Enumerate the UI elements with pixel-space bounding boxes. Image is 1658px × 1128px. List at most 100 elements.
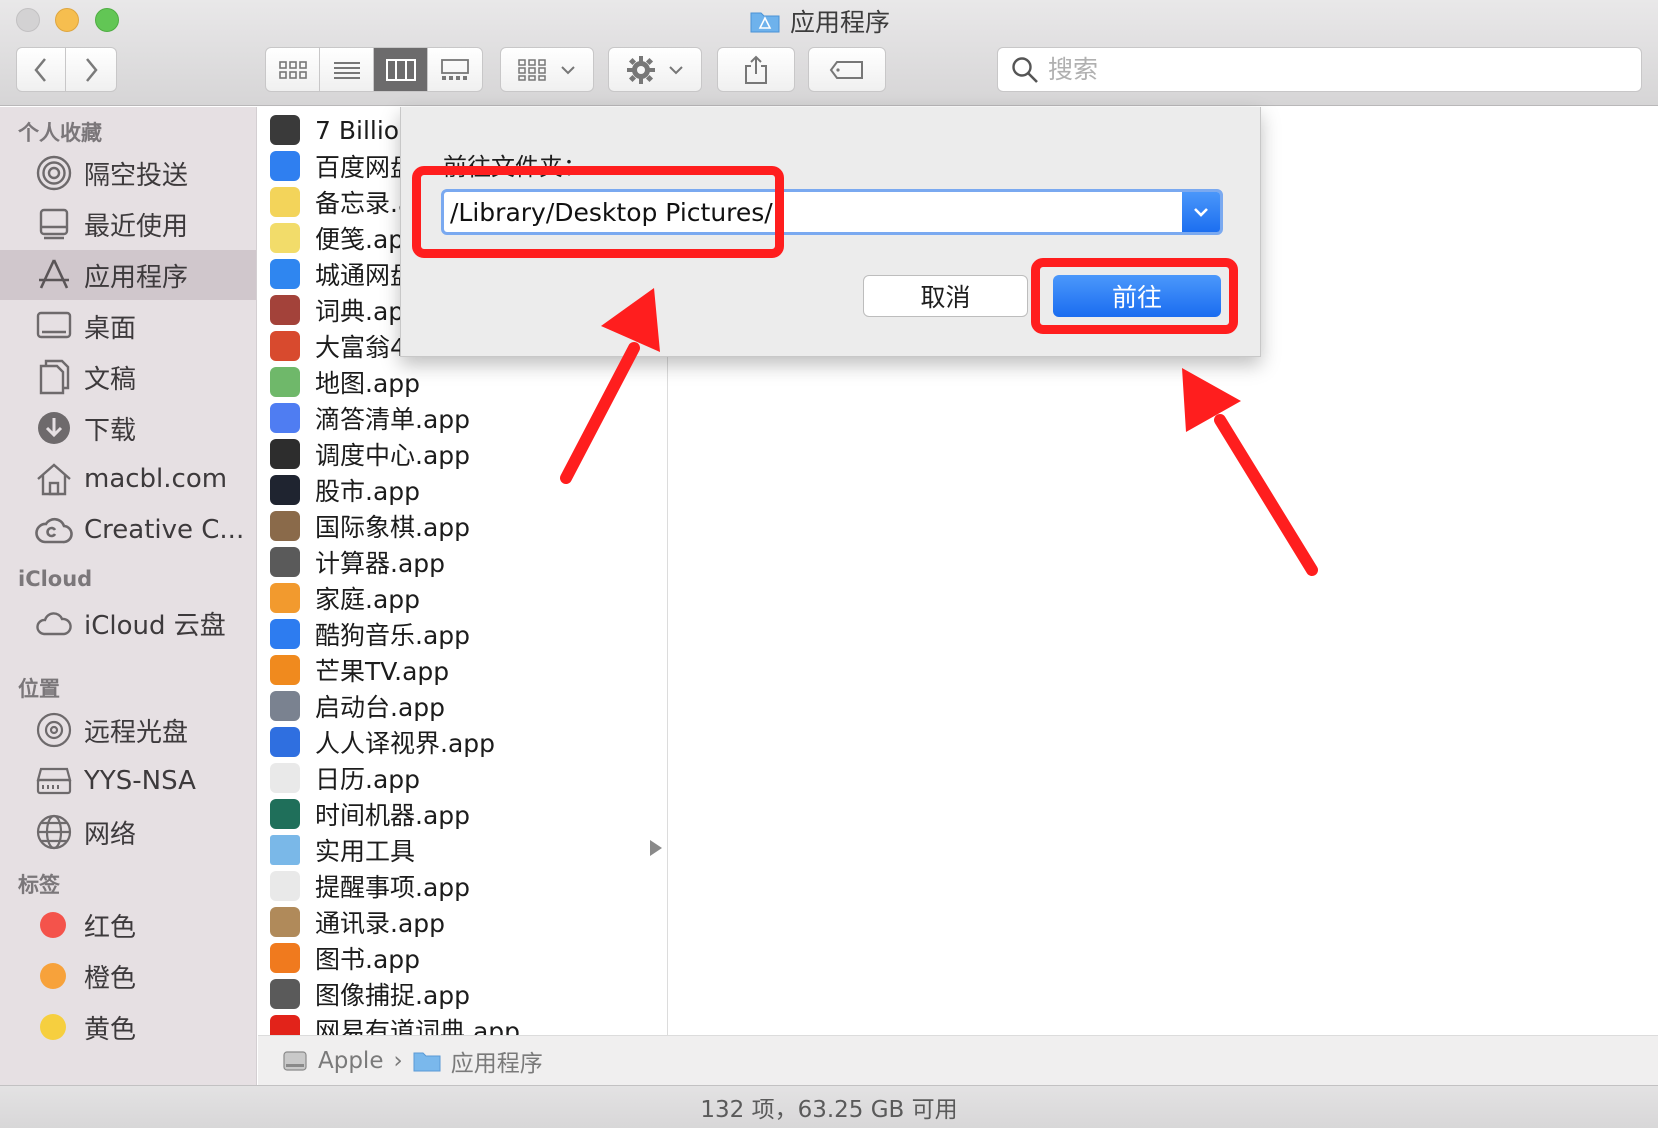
disclosure-arrow-icon[interactable] (650, 840, 662, 856)
sidebar-item-airdrop[interactable]: 隔空投送 (0, 148, 256, 198)
close-window-button[interactable] (16, 8, 40, 32)
zoom-window-button[interactable] (95, 8, 119, 32)
sidebar-item-desktop[interactable]: 桌面 (0, 301, 256, 351)
minimize-window-button[interactable] (55, 8, 79, 32)
search-icon (1012, 56, 1038, 83)
app-row[interactable]: 国际象棋.app (258, 508, 667, 544)
folder-row[interactable]: 实用工具 (258, 832, 667, 868)
file-name: 图像捕捉.app (315, 981, 471, 1010)
app-row[interactable]: 日历.app (258, 760, 667, 796)
sidebar-item-label: 橙色 (84, 963, 137, 994)
gallery-view-button[interactable] (428, 48, 482, 91)
file-name: 启动台.app (315, 693, 446, 722)
window-title-text: 应用程序 (790, 8, 891, 37)
sidebar-item-label: macbl.com (84, 464, 228, 494)
icon-view-button[interactable] (266, 48, 320, 91)
file-name: 滴答清单.app (315, 405, 471, 434)
app-icon (270, 259, 300, 289)
annotation-highlight-path (412, 166, 784, 258)
locations-header: 位置 (18, 677, 60, 701)
sidebar-item-nas[interactable]: YYS-NSA (0, 756, 256, 806)
app-row[interactable]: 启动台.app (258, 688, 667, 724)
path-bar: Apple › 应用程序 (258, 1035, 1658, 1085)
app-row[interactable]: 地图.app (258, 364, 667, 400)
app-icon (270, 1015, 300, 1035)
cancel-button[interactable]: 取消 (863, 275, 1028, 317)
status-bar: 132 项，63.25 GB 可用 (0, 1085, 1658, 1128)
sidebar-item-label: 下载 (84, 415, 137, 446)
sidebar-item-downloads[interactable]: 下载 (0, 403, 256, 453)
edit-tags-button[interactable] (808, 47, 886, 92)
file-name: 日历.app (315, 765, 421, 794)
app-row[interactable]: 人人译视界.app (258, 724, 667, 760)
app-row[interactable]: 调度中心.app (258, 436, 667, 472)
app-icon (270, 511, 300, 541)
sidebar-item-tag-yellow[interactable]: 黄色 (0, 1002, 256, 1052)
favorites-header: 个人收藏 (18, 121, 102, 145)
gear-icon (627, 55, 655, 84)
path-segment-applications[interactable]: 应用程序 (451, 1044, 543, 1078)
share-button[interactable] (717, 47, 795, 92)
file-name: 人人译视界.app (315, 729, 496, 758)
path-separator-icon: › (393, 1047, 403, 1074)
search-field[interactable] (997, 47, 1642, 92)
annotation-arrow-go (1182, 368, 1318, 576)
path-segment-apple[interactable]: Apple (318, 1048, 383, 1074)
path-history-dropdown-button[interactable] (1182, 192, 1220, 232)
app-icon (270, 763, 300, 793)
sidebar-item-tag-orange[interactable]: 橙色 (0, 951, 256, 1001)
app-row[interactable]: 网易有道词典.app (258, 1012, 667, 1035)
app-row[interactable]: 图像捕捉.app (258, 976, 667, 1012)
app-icon (270, 979, 300, 1009)
app-icon (270, 439, 300, 469)
back-button[interactable] (16, 47, 66, 92)
view-mode-control (265, 47, 483, 92)
app-row[interactable]: 芒果TV.app (258, 652, 667, 688)
drive-icon (34, 761, 74, 801)
app-row[interactable]: 图书.app (258, 940, 667, 976)
list-view-button[interactable] (320, 48, 374, 91)
file-name: 酷狗音乐.app (315, 621, 471, 650)
column-view-button[interactable] (374, 48, 428, 91)
app-icon (270, 331, 300, 361)
sidebar-item-documents[interactable]: 文稿 (0, 352, 256, 402)
app-row[interactable]: 通讯录.app (258, 904, 667, 940)
app-icon (270, 187, 300, 217)
sidebar-item-remote-disc[interactable]: 远程光盘 (0, 705, 256, 755)
downloads-icon (34, 408, 74, 448)
sidebar-item-home[interactable]: macbl.com (0, 454, 256, 504)
sidebar-item-label: 隔空投送 (84, 160, 189, 191)
search-input[interactable] (1048, 55, 1608, 84)
sidebar-item-creative-cloud[interactable]: Creative C... (0, 505, 256, 555)
tags-header: 标签 (18, 873, 60, 897)
network-icon (34, 812, 74, 852)
app-row[interactable]: 时间机器.app (258, 796, 667, 832)
sidebar-item-applications[interactable]: 应用程序 (0, 250, 256, 300)
app-row[interactable]: 家庭.app (258, 580, 667, 616)
cloud-icon (34, 603, 74, 643)
folder-icon (413, 1052, 441, 1071)
file-name: 实用工具 (315, 837, 416, 866)
action-menu-button[interactable] (608, 47, 702, 92)
app-icon (270, 151, 300, 181)
app-row[interactable]: 计算器.app (258, 544, 667, 580)
app-icon (270, 367, 300, 397)
toolbar: 应用程序 (0, 0, 1658, 106)
app-icon (270, 727, 300, 757)
sidebar-item-tag-red[interactable]: 红色 (0, 900, 256, 950)
sidebar-item-recents[interactable]: 最近使用 (0, 199, 256, 249)
sidebar-item-icloud-drive[interactable]: iCloud 云盘 (0, 598, 256, 648)
chevron-down-icon (561, 65, 575, 74)
app-row[interactable]: 酷狗音乐.app (258, 616, 667, 652)
app-row[interactable]: 滴答清单.app (258, 400, 667, 436)
forward-button[interactable] (66, 47, 117, 92)
group-by-button[interactable] (500, 47, 594, 92)
list-icon (333, 61, 360, 79)
file-name: 大富翁4 (315, 333, 406, 362)
app-row[interactable]: 股市.app (258, 472, 667, 508)
sidebar-item-label: Creative C... (84, 515, 245, 545)
app-icon (270, 871, 300, 901)
sidebar-item-network[interactable]: 网络 (0, 807, 256, 857)
app-row[interactable]: 提醒事项.app (258, 868, 667, 904)
documents-icon (34, 357, 74, 397)
